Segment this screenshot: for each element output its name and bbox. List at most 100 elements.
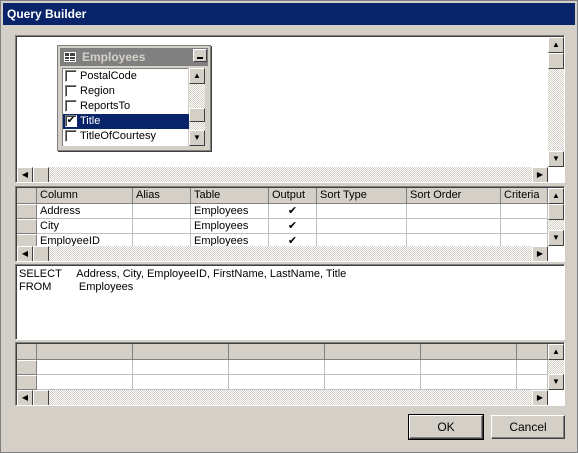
column-header-sort-order[interactable]: Sort Order bbox=[407, 188, 501, 204]
cell-table[interactable]: Employees bbox=[191, 204, 269, 219]
cell-sort-type[interactable] bbox=[317, 204, 407, 219]
diagram-scroll-down-icon[interactable]: ▼ bbox=[548, 151, 564, 167]
grid-vscroll-thumb[interactable] bbox=[548, 204, 564, 220]
results-cell[interactable] bbox=[133, 375, 229, 390]
list-scroll-track[interactable] bbox=[189, 84, 205, 130]
grid-vscroll-track[interactable] bbox=[548, 220, 564, 230]
results-cell[interactable] bbox=[517, 360, 548, 375]
results-hscroll-track[interactable] bbox=[49, 390, 532, 405]
cell-alias[interactable] bbox=[133, 204, 191, 219]
column-header-alias[interactable]: Alias bbox=[133, 188, 191, 204]
output-check-icon[interactable]: ✔ bbox=[269, 219, 317, 234]
results-cell[interactable] bbox=[37, 375, 133, 390]
cell-alias[interactable] bbox=[133, 219, 191, 234]
column-header-column[interactable]: Column bbox=[37, 188, 133, 204]
cell-criteria[interactable] bbox=[501, 204, 548, 219]
diagram-hscroll-thumb[interactable] bbox=[33, 167, 49, 182]
results-hscroll-thumb[interactable] bbox=[33, 390, 49, 405]
field-list: PostalCode Region ReportsTo ✔ Title Titl… bbox=[62, 68, 189, 146]
results-header-cell[interactable] bbox=[37, 344, 133, 360]
results-header-cell[interactable] bbox=[229, 344, 325, 360]
results-scroll-down-icon[interactable]: ▼ bbox=[548, 374, 564, 390]
window-title: Query Builder bbox=[3, 3, 575, 25]
grid-scroll-up-icon[interactable]: ▲ bbox=[548, 188, 564, 204]
field-item-reportsto[interactable]: ReportsTo bbox=[63, 99, 189, 114]
results-cell[interactable] bbox=[325, 375, 421, 390]
cell-sort-order[interactable] bbox=[407, 219, 501, 234]
results-cell[interactable] bbox=[229, 360, 325, 375]
ok-button[interactable]: OK bbox=[408, 414, 484, 440]
sql-select-line: SELECT Address, City, EmployeeID, FirstN… bbox=[19, 268, 347, 280]
grid-scroll-right-icon[interactable]: ▶ bbox=[532, 246, 548, 261]
results-cell[interactable] bbox=[517, 375, 548, 390]
list-scroll-down-icon[interactable]: ▼ bbox=[189, 130, 205, 146]
field-label: Title bbox=[80, 115, 101, 127]
diagram-scroll-right-icon[interactable]: ▶ bbox=[532, 167, 548, 182]
column-header-output[interactable]: Output bbox=[269, 188, 317, 204]
row-selector[interactable] bbox=[17, 219, 37, 234]
cell-sort-order[interactable] bbox=[407, 204, 501, 219]
results-cell[interactable] bbox=[229, 375, 325, 390]
field-label: PostalCode bbox=[80, 70, 137, 82]
row-selector[interactable] bbox=[17, 204, 37, 219]
results-header-cell[interactable] bbox=[517, 344, 548, 360]
diagram-scroll-left-icon[interactable]: ◀ bbox=[17, 167, 33, 182]
results-row-selector[interactable] bbox=[17, 375, 37, 390]
field-checkbox-checked[interactable]: ✔ bbox=[65, 115, 77, 127]
results-pane[interactable]: ▲ ▼ ◀ ▶ bbox=[15, 342, 565, 406]
sql-from-line: FROM Employees bbox=[19, 281, 134, 293]
results-vscroll-track[interactable] bbox=[548, 360, 564, 374]
employees-table-window[interactable]: Employees PostalCode Region ReportsTo ✔ … bbox=[57, 45, 211, 151]
results-header-cell[interactable] bbox=[421, 344, 517, 360]
results-scroll-right-icon[interactable]: ▶ bbox=[532, 390, 548, 405]
results-cell[interactable] bbox=[421, 360, 517, 375]
column-header-sort-type[interactable]: Sort Type bbox=[317, 188, 407, 204]
table-window-title[interactable]: Employees bbox=[60, 48, 208, 66]
cancel-button[interactable]: Cancel bbox=[491, 415, 565, 439]
diagram-vscroll-thumb[interactable] bbox=[548, 53, 564, 69]
field-item-postalcode[interactable]: PostalCode bbox=[63, 69, 189, 84]
field-checkbox[interactable] bbox=[65, 70, 77, 82]
diagram-vscroll-track[interactable] bbox=[548, 69, 564, 151]
results-cell[interactable] bbox=[421, 375, 517, 390]
field-checkbox[interactable] bbox=[65, 85, 77, 97]
results-scroll-up-icon[interactable]: ▲ bbox=[548, 344, 564, 360]
field-checkbox[interactable] bbox=[65, 100, 77, 112]
field-item-titleofcourtesy[interactable]: TitleOfCourtesy bbox=[63, 129, 189, 144]
field-item-region[interactable]: Region bbox=[63, 84, 189, 99]
query-builder-window: Query Builder Employees PostalCode Regio… bbox=[0, 0, 578, 453]
results-cell[interactable] bbox=[133, 360, 229, 375]
output-check-icon[interactable]: ✔ bbox=[269, 204, 317, 219]
results-cell[interactable] bbox=[325, 360, 421, 375]
sql-pane[interactable]: SELECT Address, City, EmployeeID, FirstN… bbox=[15, 264, 565, 340]
minimize-icon[interactable] bbox=[193, 49, 207, 62]
column-header-criteria[interactable]: Criteria bbox=[501, 188, 548, 204]
grid-corner bbox=[17, 188, 37, 204]
field-checkbox[interactable] bbox=[65, 130, 77, 142]
grid-scroll-down-icon[interactable]: ▼ bbox=[548, 230, 564, 246]
list-scroll-thumb[interactable] bbox=[189, 108, 205, 122]
grid-hscroll-thumb[interactable] bbox=[33, 246, 49, 261]
results-header-cell[interactable] bbox=[133, 344, 229, 360]
results-scroll-left-icon[interactable]: ◀ bbox=[17, 390, 33, 405]
cell-table[interactable]: Employees bbox=[191, 219, 269, 234]
results-cell[interactable] bbox=[37, 360, 133, 375]
column-header-table[interactable]: Table bbox=[191, 188, 269, 204]
results-row-selector[interactable] bbox=[17, 360, 37, 375]
cell-criteria[interactable] bbox=[501, 219, 548, 234]
cell-column[interactable]: Address bbox=[37, 204, 133, 219]
field-item-title[interactable]: ✔ Title bbox=[63, 114, 189, 129]
table-icon bbox=[64, 52, 76, 62]
criteria-grid-pane[interactable]: Column Alias Table Output Sort Type Sort… bbox=[15, 186, 565, 262]
results-header-cell[interactable] bbox=[325, 344, 421, 360]
sql-text[interactable]: SELECT Address, City, EmployeeID, FirstN… bbox=[19, 268, 346, 294]
grid-hscroll-track[interactable] bbox=[49, 246, 532, 261]
grid-scroll-left-icon[interactable]: ◀ bbox=[17, 246, 33, 261]
diagram-hscroll-track[interactable] bbox=[49, 167, 532, 182]
cell-column[interactable]: City bbox=[37, 219, 133, 234]
diagram-pane[interactable]: Employees PostalCode Region ReportsTo ✔ … bbox=[15, 35, 565, 183]
cell-sort-type[interactable] bbox=[317, 219, 407, 234]
diagram-scroll-up-icon[interactable]: ▲ bbox=[548, 37, 564, 53]
list-scroll-up-icon[interactable]: ▲ bbox=[189, 68, 205, 84]
field-label: ReportsTo bbox=[80, 100, 131, 112]
